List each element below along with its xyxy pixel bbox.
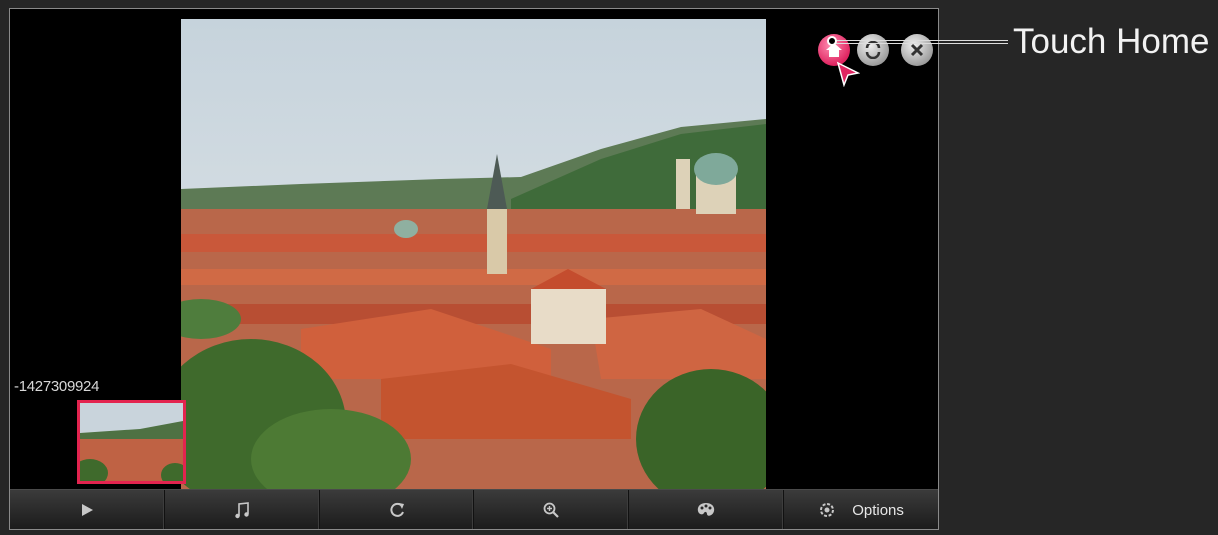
close-button[interactable] [901, 34, 933, 66]
picture-mode-button[interactable] [629, 490, 785, 529]
options-button[interactable]: Options [784, 490, 938, 529]
rotate-icon [390, 502, 404, 517]
file-name-label: -1427309924 [14, 378, 100, 395]
sync-button[interactable] [857, 34, 889, 66]
callout-dot [827, 36, 837, 46]
music-note-icon [235, 502, 249, 519]
thumbnail-image [80, 403, 183, 481]
tv-screen: -1427309924 Options [9, 8, 939, 530]
callout-line [833, 40, 1008, 44]
bottom-toolbar: Options [10, 489, 938, 529]
thumbnail[interactable] [77, 400, 186, 484]
play-icon [81, 504, 93, 516]
main-photo [181, 19, 766, 489]
zoom-button[interactable] [474, 490, 630, 529]
cursor-pointer-icon [836, 61, 860, 87]
photo-image [181, 19, 766, 489]
palette-icon [698, 503, 715, 516]
music-button[interactable] [165, 490, 320, 529]
options-label: Options [852, 501, 904, 519]
close-icon [910, 43, 924, 57]
callout-label: Touch Home [1013, 22, 1210, 61]
gear-icon [820, 503, 835, 517]
rotate-button[interactable] [320, 490, 475, 529]
zoom-in-icon [543, 502, 560, 518]
play-button[interactable] [10, 490, 165, 529]
